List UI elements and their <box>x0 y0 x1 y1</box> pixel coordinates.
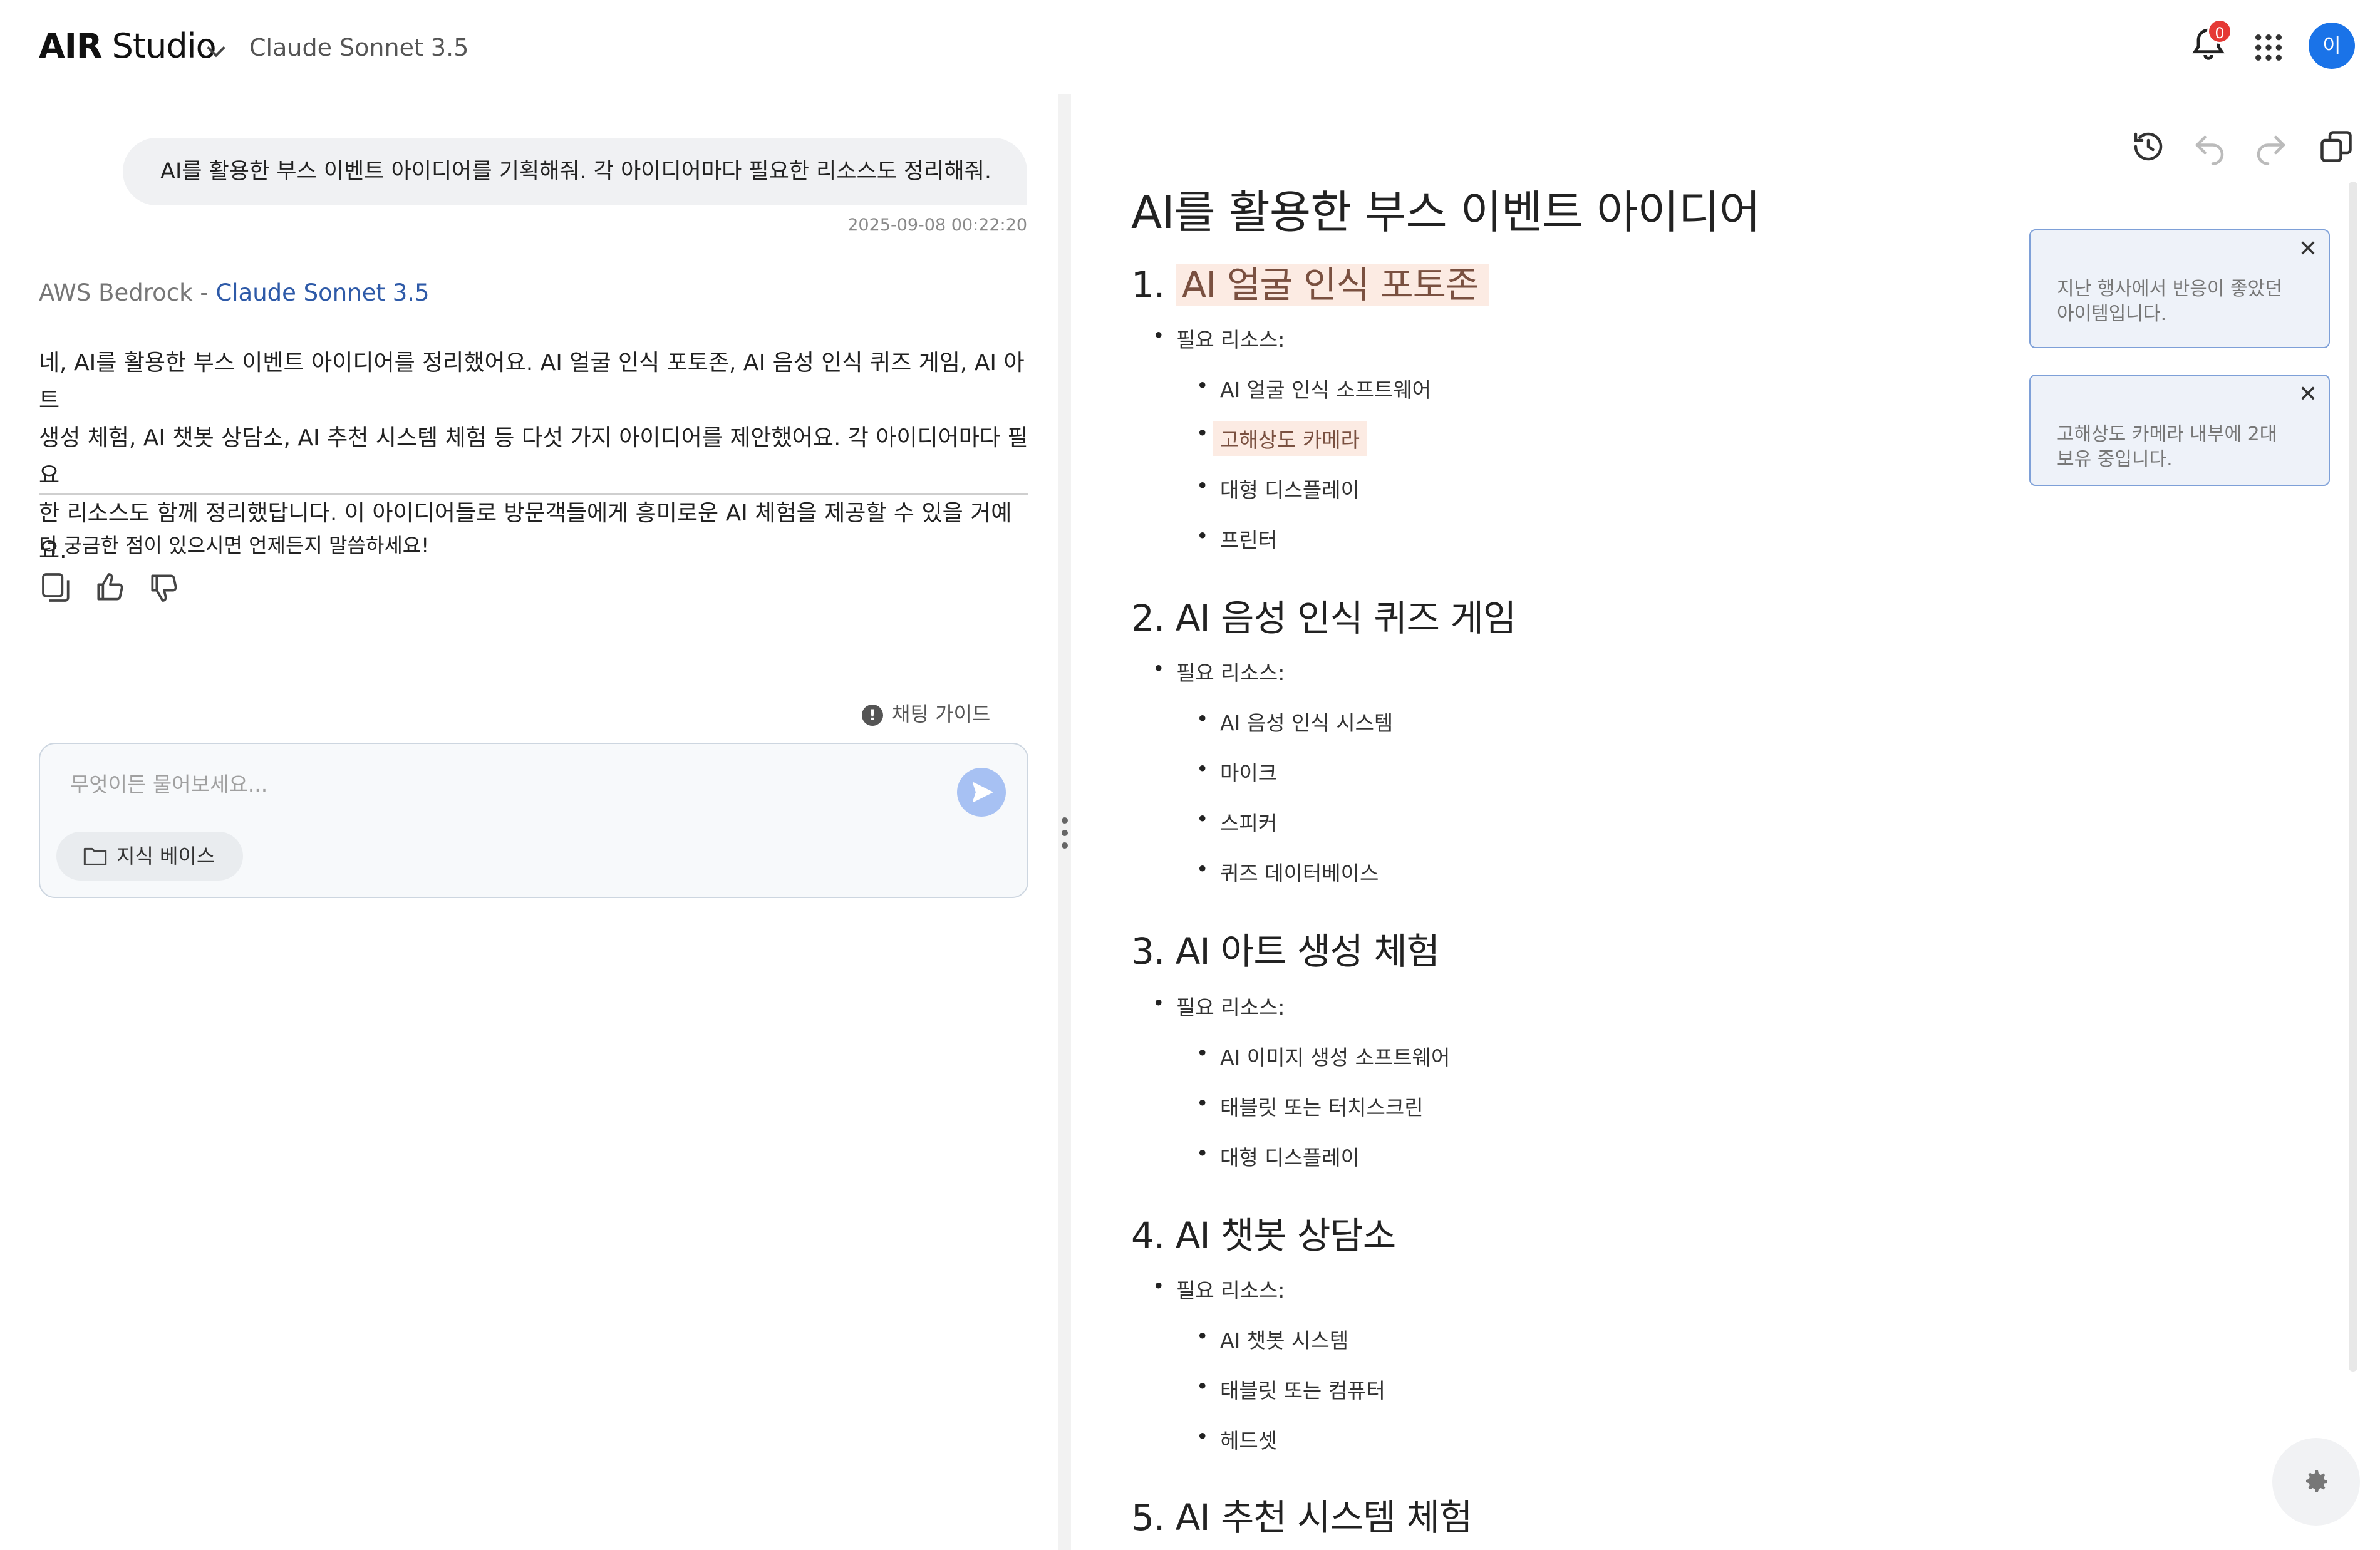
section-heading-text: AI 아트 생성 체험 <box>1175 930 1440 973</box>
info-icon: ! <box>862 705 883 726</box>
gear-icon <box>2306 1470 2327 1492</box>
section-number: 3. <box>1131 930 1176 973</box>
thumbs-up-icon[interactable] <box>93 570 128 605</box>
response-source: AWS Bedrock - Claude Sonnet 3.5 <box>39 279 430 306</box>
resource-label: 필요 리소스: <box>1152 656 1285 686</box>
section-number: 2. <box>1131 597 1176 639</box>
message-timestamp: 2025-09-08 00:22:20 <box>847 215 1027 235</box>
close-icon[interactable]: ✕ <box>2299 382 2317 407</box>
resource-item: AI 챗봇 시스템 <box>1196 1324 1348 1354</box>
folder-icon <box>83 847 107 865</box>
resource-label: 필요 리소스: <box>1152 991 1285 1021</box>
resource-item: 스피커 <box>1196 807 1277 837</box>
resource-item: AI 얼굴 인식 소프트웨어 <box>1196 373 1431 403</box>
section-heading-text: AI 추천 시스템 체험 <box>1175 1496 1473 1539</box>
chat-panel: AI를 활용한 부스 이벤트 아이디어를 기획해줘. 각 아이디어마다 필요한 … <box>0 94 1058 1550</box>
knowledge-base-label: 지식 베이스 <box>116 844 215 868</box>
source-provider: AWS Bedrock <box>39 279 193 306</box>
comment-text: 보유 중입니다. <box>2057 448 2173 470</box>
section-heading: 4. AI 챗봇 상담소 <box>1131 1206 1396 1259</box>
document-title: AI를 활용한 부스 이벤트 아이디어 <box>1131 186 1761 239</box>
resource-item: 퀴즈 데이터베이스 <box>1196 857 1379 887</box>
model-selector[interactable]: Claude Sonnet 3.5 <box>249 34 468 61</box>
resource-item: 헤드셋 <box>1196 1424 1277 1454</box>
section-heading: 2. AI 음성 인식 퀴즈 게임 <box>1131 589 1516 641</box>
section-number: 4. <box>1131 1214 1176 1257</box>
highlighted-heading[interactable]: AI 얼굴 인식 포토존 <box>1175 264 1490 306</box>
resource-item: 대형 디스플레이 <box>1196 473 1360 504</box>
document-panel: AI를 활용한 부스 이벤트 아이디어 1. AI 얼굴 인식 포토존 필요 리… <box>1071 94 2380 1550</box>
resource-item: AI 이미지 생성 소프트웨어 <box>1196 1041 1450 1071</box>
thumbs-down-icon[interactable] <box>147 570 182 605</box>
resource-item: 대형 디스플레이 <box>1196 1141 1360 1171</box>
chat-guide-label: 채팅 가이드 <box>892 702 991 726</box>
resource-item: 프린터 <box>1196 524 1277 554</box>
comment-text: 아이템입니다. <box>2057 303 2167 325</box>
chat-input-box: 지식 베이스 <box>39 743 1028 898</box>
section-heading: 3. AI 아트 생성 체험 <box>1131 922 1440 974</box>
resource-item: 태블릿 또는 터치스크린 <box>1196 1091 1424 1121</box>
resource-item: 마이크 <box>1196 757 1277 787</box>
section-number: 1. <box>1131 264 1176 306</box>
chat-guide-link[interactable]: ! 채팅 가이드 <box>862 695 990 733</box>
copy-icon[interactable] <box>39 570 74 605</box>
drag-handle-icon[interactable] <box>1060 814 1069 852</box>
resource-label: 필요 리소스: <box>1152 323 1285 353</box>
settings-button[interactable] <box>2272 1438 2360 1526</box>
highlighted-resource-item[interactable]: 고해상도 카메라 <box>1196 421 1368 456</box>
comment-text: 고해상도 카메라 내부에 2대 <box>2057 423 2277 445</box>
app-header: AIR Studio Claude Sonnet 3.5 0 이 <box>0 0 2380 94</box>
answer-line: 생성 체험, AI 챗봇 상담소, AI 추천 시스템 체험 등 다섯 가지 아… <box>39 425 1028 488</box>
chevron-down-icon[interactable] <box>202 36 230 65</box>
close-icon[interactable]: ✕ <box>2299 237 2317 262</box>
section-heading: 5. AI 추천 시스템 체험 <box>1131 1488 1472 1541</box>
app-logo[interactable]: AIR Studio <box>39 26 217 66</box>
answer-divider <box>39 493 1028 495</box>
source-model: Claude Sonnet 3.5 <box>215 279 430 306</box>
notification-badge: 0 <box>2207 19 2232 44</box>
resource-label: 필요 리소스: <box>1152 1274 1285 1304</box>
answer-line: 네, AI를 활용한 부스 이벤트 아이디어를 정리했어요. AI 얼굴 인식 … <box>39 350 1025 413</box>
knowledge-base-button[interactable]: 지식 베이스 <box>56 832 243 881</box>
section-heading-text: AI 챗봇 상담소 <box>1175 1214 1396 1257</box>
section-number: 5. <box>1131 1496 1176 1539</box>
resource-item: 태블릿 또는 컴퓨터 <box>1196 1374 1385 1404</box>
document-scrollbar[interactable] <box>2349 182 2357 1372</box>
apps-grid-icon[interactable] <box>2251 30 2286 65</box>
section-heading-text: AI 음성 인식 퀴즈 게임 <box>1175 597 1516 639</box>
undo-icon[interactable] <box>2191 128 2228 165</box>
comment-text: 지난 행사에서 반응이 좋았던 <box>2057 278 2282 300</box>
follow-up-text: 더 궁금한 점이 있으시면 언제든지 말씀하세요! <box>39 534 430 557</box>
comment-card[interactable]: ✕ 고해상도 카메라 내부에 2대 보유 중입니다. <box>2029 375 2330 486</box>
user-message-bubble: AI를 활용한 부스 이벤트 아이디어를 기획해줘. 각 아이디어마다 필요한 … <box>123 138 1027 205</box>
source-separator: - <box>192 279 216 306</box>
comment-card[interactable]: ✕ 지난 행사에서 반응이 좋았던 아이템입니다. <box>2029 229 2330 348</box>
section-heading: 1. AI 얼굴 인식 포토존 <box>1131 256 1490 308</box>
chat-input[interactable] <box>70 767 884 802</box>
resource-item: AI 음성 인식 시스템 <box>1196 706 1393 736</box>
send-icon <box>973 782 993 802</box>
duplicate-icon[interactable] <box>2317 128 2355 165</box>
redo-icon[interactable] <box>2252 128 2290 165</box>
user-avatar[interactable]: 이 <box>2309 23 2355 69</box>
send-button[interactable] <box>957 768 1006 817</box>
history-icon[interactable] <box>2129 128 2167 165</box>
